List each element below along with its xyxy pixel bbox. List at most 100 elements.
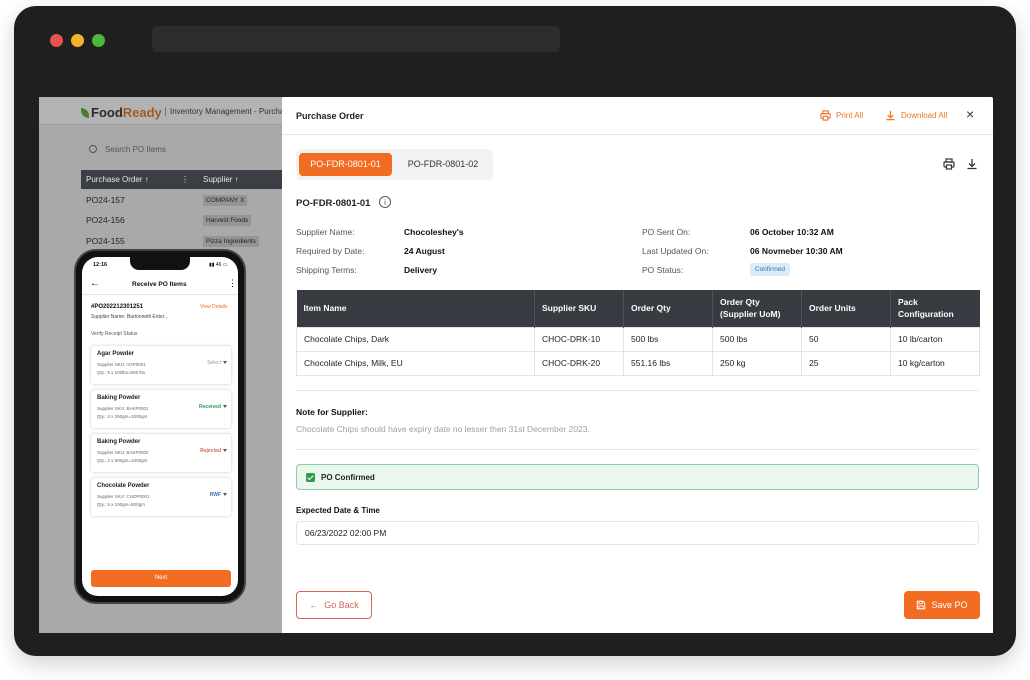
- phone-title: Receive PO Items: [132, 281, 187, 288]
- view-details-link[interactable]: View Details: [200, 304, 227, 310]
- search-placeholder: Search PO Items: [105, 145, 166, 154]
- chevron-down-icon[interactable]: [223, 405, 227, 408]
- col-order-qty-uom: Order Qty (Supplier UoM): [712, 290, 802, 327]
- foodready-logo: FoodReady: [81, 105, 162, 120]
- phone-po-number: #PO202212301251: [91, 304, 144, 310]
- app-header: FoodReady Inventory Management - Purcha: [39, 97, 283, 125]
- save-po-label: Save PO: [931, 600, 968, 610]
- receipt-item-card[interactable]: Agar Powder Supplier SKU: AGP0001 Qty.: …: [91, 346, 231, 384]
- receipt-item-card[interactable]: Chocolate Powder Supplier SKU: CHOP0001 …: [91, 478, 231, 516]
- arrow-left-icon: ←: [309, 600, 319, 610]
- last-updated-label: Last Updated On:: [642, 246, 709, 256]
- po-search-input[interactable]: Search PO Items: [81, 141, 281, 159]
- cell-pack-config: 10 lb/carton: [890, 326, 980, 352]
- po-row[interactable]: PO24-155 Pizza Ingredients: [81, 231, 283, 251]
- cell-order-units: 25: [801, 350, 891, 376]
- phone-mockup: 12:16 ▮▮ 46 ▭ ← Receive PO Items ⋮ #PO20…: [74, 249, 246, 604]
- last-updated-value: 06 Novmeber 10:30 AM: [750, 246, 843, 256]
- status-dropdown[interactable]: Rejected: [200, 448, 221, 454]
- app-header-title: Inventory Management - Purcha: [165, 107, 283, 116]
- save-icon: [917, 600, 926, 610]
- status-badge: Confirmed: [750, 263, 790, 276]
- column-purchase-order[interactable]: Purchase Order ↑: [86, 170, 149, 189]
- cell-sku: CHOC-DRK-20: [534, 350, 624, 376]
- status-dropdown[interactable]: Received: [199, 404, 221, 410]
- checkbox-checked-icon[interactable]: [306, 473, 315, 482]
- go-back-button[interactable]: ← Go Back: [296, 591, 372, 619]
- maximize-window-icon[interactable]: [92, 34, 105, 47]
- item-qty: Qty.: 5 x 100lbs=500 lbs: [97, 370, 146, 375]
- cell-pack-config: 10 kg/carton: [890, 350, 980, 376]
- supplier-name-value: Chocoleshey's: [404, 227, 464, 237]
- panel-title: Purchase Order: [296, 111, 364, 121]
- address-bar[interactable]: [152, 26, 560, 52]
- item-sku: Supplier SKU: AGP0001: [97, 362, 146, 367]
- po-row[interactable]: PO24-157 COMPANY X: [81, 190, 283, 210]
- required-date-value: 24 August: [404, 246, 445, 256]
- required-date-label: Required by Date:: [296, 246, 365, 256]
- print-all-label: Print All: [836, 111, 864, 120]
- search-icon: [89, 145, 97, 153]
- purchase-order-panel: Purchase Order Print All Download All × …: [282, 97, 993, 633]
- receipt-item-card[interactable]: Baking Powder Supplier SKU: BAKP0001 Qty…: [91, 390, 231, 428]
- table-header-row: Item Name Supplier SKU Order Qty Order Q…: [296, 290, 980, 327]
- supplier-tag: Pizza Ingredients: [203, 236, 259, 247]
- po-sent-value: 06 October 10:32 AM: [750, 227, 834, 237]
- download-all-label: Download All: [901, 111, 948, 120]
- cell-order-qty-uom: 250 kg: [712, 350, 802, 376]
- column-supplier[interactable]: Supplier ↑: [203, 170, 239, 189]
- supplier-name-label: Supplier Name:: [296, 227, 355, 237]
- minimize-window-icon[interactable]: [71, 34, 84, 47]
- save-po-button[interactable]: Save PO: [904, 591, 980, 619]
- print-all-button[interactable]: Print All: [820, 110, 863, 121]
- chevron-down-icon[interactable]: [223, 493, 227, 496]
- po-items-table: Item Name Supplier SKU Order Qty Order Q…: [296, 290, 980, 376]
- item-name: Baking Powder: [97, 395, 141, 401]
- info-icon[interactable]: i: [379, 196, 391, 208]
- logo-text-ready: Ready: [122, 105, 162, 120]
- logo-text: Food: [91, 105, 123, 120]
- col-supplier-sku: Supplier SKU: [534, 290, 624, 327]
- cell-order-units: 50: [801, 326, 891, 352]
- cell-order-qty-uom: 500 lbs: [712, 326, 802, 352]
- leaf-icon: [81, 108, 89, 118]
- expected-date-input[interactable]: [296, 521, 979, 545]
- item-sku: Supplier SKU: BAKP0002: [97, 450, 149, 455]
- status-dropdown[interactable]: Select: [207, 360, 221, 366]
- phone-time: 12:16: [93, 262, 108, 268]
- back-arrow-icon[interactable]: ←: [90, 278, 100, 289]
- shipping-terms-label: Shipping Terms:: [296, 265, 357, 275]
- chevron-down-icon[interactable]: [223, 361, 227, 364]
- po-confirmed-checkbox[interactable]: PO Confirmed: [296, 464, 979, 490]
- verify-receipt-heading: Verify Receipt Status: [91, 331, 138, 337]
- item-name: Chocolate Powder: [97, 483, 150, 489]
- header-divider: [282, 134, 993, 135]
- close-window-icon[interactable]: [50, 34, 63, 47]
- status-dropdown[interactable]: RWF: [210, 492, 221, 498]
- col-pack-config: Pack Configuration: [890, 290, 980, 327]
- section-divider: [296, 449, 979, 450]
- print-icon[interactable]: [943, 158, 955, 170]
- cell-sku: CHOC-DRK-10: [534, 326, 624, 352]
- next-button[interactable]: Next: [91, 570, 231, 587]
- col-order-qty: Order Qty: [623, 290, 713, 327]
- chevron-down-icon[interactable]: [223, 449, 227, 452]
- tab-po-1[interactable]: PO-FDR-0801-01: [299, 153, 392, 176]
- close-icon[interactable]: ×: [966, 106, 974, 122]
- po-confirmed-label: PO Confirmed: [321, 473, 375, 482]
- download-icon[interactable]: [966, 158, 978, 170]
- column-menu-icon[interactable]: ⋮: [181, 170, 189, 189]
- tab-po-2[interactable]: PO-FDR-0801-02: [396, 153, 490, 176]
- download-all-button[interactable]: Download All: [885, 110, 947, 121]
- item-name: Agar Powder: [97, 351, 135, 357]
- item-qty: Qty.: 5 x 100gm=500gm: [97, 502, 145, 507]
- col-item-name: Item Name: [296, 290, 535, 327]
- printer-icon: [820, 110, 831, 121]
- phone-network: 46: [215, 262, 222, 268]
- note-text: Chocolate Chips should have expiry date …: [296, 424, 590, 434]
- receipt-item-card[interactable]: Baking Powder Supplier SKU: BAKP0002 Qty…: [91, 434, 231, 472]
- supplier-tag: Harvest Foods: [203, 215, 252, 226]
- po-sent-label: PO Sent On:: [642, 227, 691, 237]
- more-menu-icon[interactable]: ⋮: [228, 278, 237, 289]
- po-row[interactable]: PO24-156 Harvest Foods: [81, 210, 283, 230]
